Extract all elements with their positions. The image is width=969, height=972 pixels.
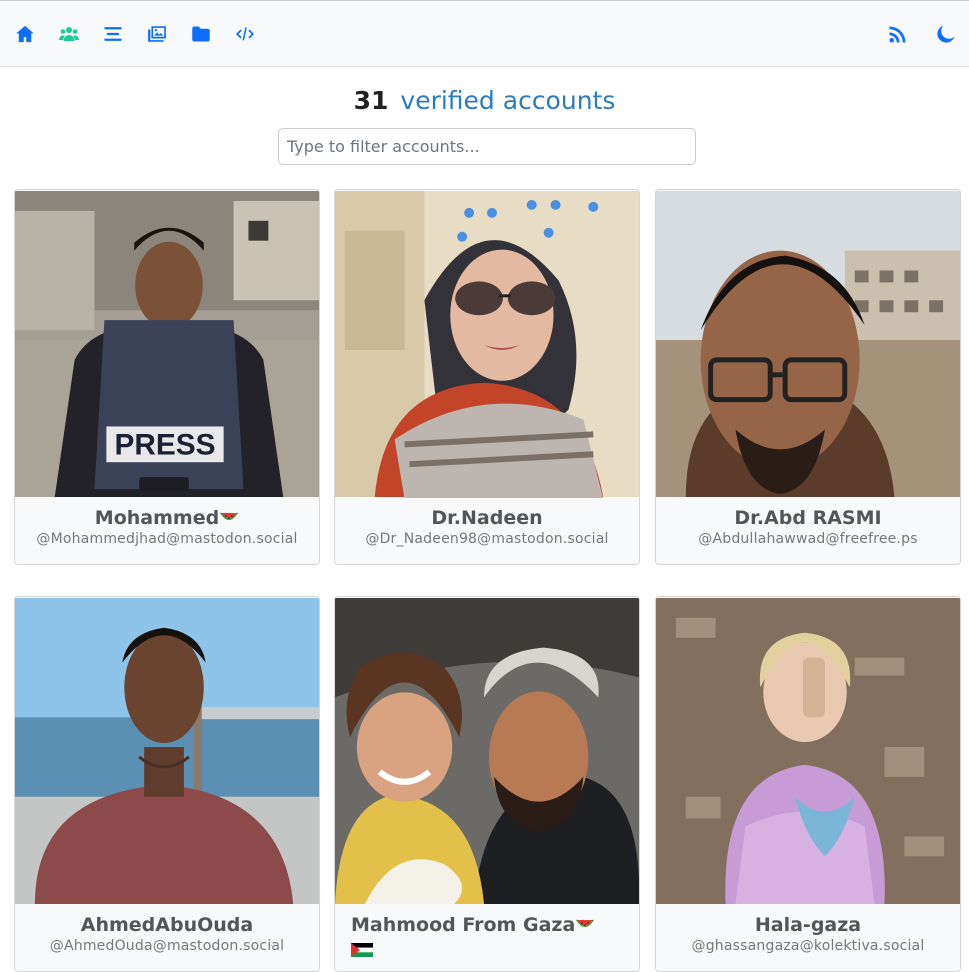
svg-text:PRESS: PRESS <box>115 428 216 461</box>
account-info: Mahmood From Gaza <box>335 905 639 971</box>
account-handle[interactable]: @Mohammedjhad@mastodon.social <box>15 530 319 548</box>
home-icon[interactable] <box>14 23 36 45</box>
account-handle[interactable]: @Abdullahawwad@freefree.ps <box>656 530 960 548</box>
avatar[interactable] <box>335 190 639 498</box>
account-name: Hala-gaza <box>754 914 862 936</box>
avatar[interactable]: PRESS <box>15 190 319 498</box>
account-count-label[interactable]: verified accounts <box>400 86 615 115</box>
moon-icon[interactable] <box>935 23 957 45</box>
watermelon-icon <box>576 919 595 927</box>
filter-input[interactable] <box>278 128 696 165</box>
avatar[interactable] <box>335 597 639 905</box>
account-card[interactable]: Dr.Nadeen @Dr_Nadeen98@mastodon.social <box>334 189 640 565</box>
watermelon-icon <box>220 512 239 520</box>
account-name: Mahmood From Gaza <box>351 914 576 936</box>
palestine-flag-icon <box>351 943 373 957</box>
account-handle[interactable]: @ghassangaza@kolektiva.social <box>656 937 960 955</box>
account-card[interactable]: AhmedAbuOuda @AhmedOuda@mastodon.social <box>14 596 320 972</box>
account-card[interactable]: PRESS Mohammed @Mohammedjhad@mastodon.so… <box>14 189 320 565</box>
account-info: Hala-gaza @ghassangaza@kolektiva.social <box>656 905 960 971</box>
list-icon[interactable] <box>102 23 124 45</box>
account-info: Mohammed @Mohammedjhad@mastodon.social <box>15 498 319 564</box>
avatar[interactable] <box>15 597 319 905</box>
account-info: Dr.Nadeen @Dr_Nadeen98@mastodon.social <box>335 498 639 564</box>
folder-icon[interactable] <box>190 23 212 45</box>
account-name: Dr.Nadeen <box>431 507 543 529</box>
avatar[interactable] <box>656 597 960 905</box>
account-card[interactable]: Hala-gaza @ghassangaza@kolektiva.social <box>655 596 961 972</box>
account-handle[interactable]: @AhmedOuda@mastodon.social <box>15 937 319 955</box>
avatar[interactable] <box>656 190 960 498</box>
nav-left-group <box>14 23 256 45</box>
account-count: 31 <box>353 86 389 115</box>
images-icon[interactable] <box>146 23 168 45</box>
people-icon[interactable] <box>58 23 80 45</box>
account-name: Dr.Abd RASMI <box>734 507 882 529</box>
account-info: Dr.Abd RASMI @Abdullahawwad@freefree.ps <box>656 498 960 564</box>
account-name: Mohammed <box>94 507 220 529</box>
account-card[interactable]: Mahmood From Gaza <box>334 596 640 972</box>
top-navbar <box>0 0 969 67</box>
account-handle[interactable]: @Dr_Nadeen98@mastodon.social <box>335 530 639 548</box>
rss-icon[interactable] <box>887 23 909 45</box>
account-card[interactable]: Dr.Abd RASMI @Abdullahawwad@freefree.ps <box>655 189 961 565</box>
code-icon[interactable] <box>234 23 256 45</box>
account-name: AhmedAbuOuda <box>80 914 254 936</box>
page-heading: 31 verified accounts <box>0 86 969 115</box>
nav-right-group <box>887 23 957 45</box>
account-info: AhmedAbuOuda @AhmedOuda@mastodon.social <box>15 905 319 971</box>
